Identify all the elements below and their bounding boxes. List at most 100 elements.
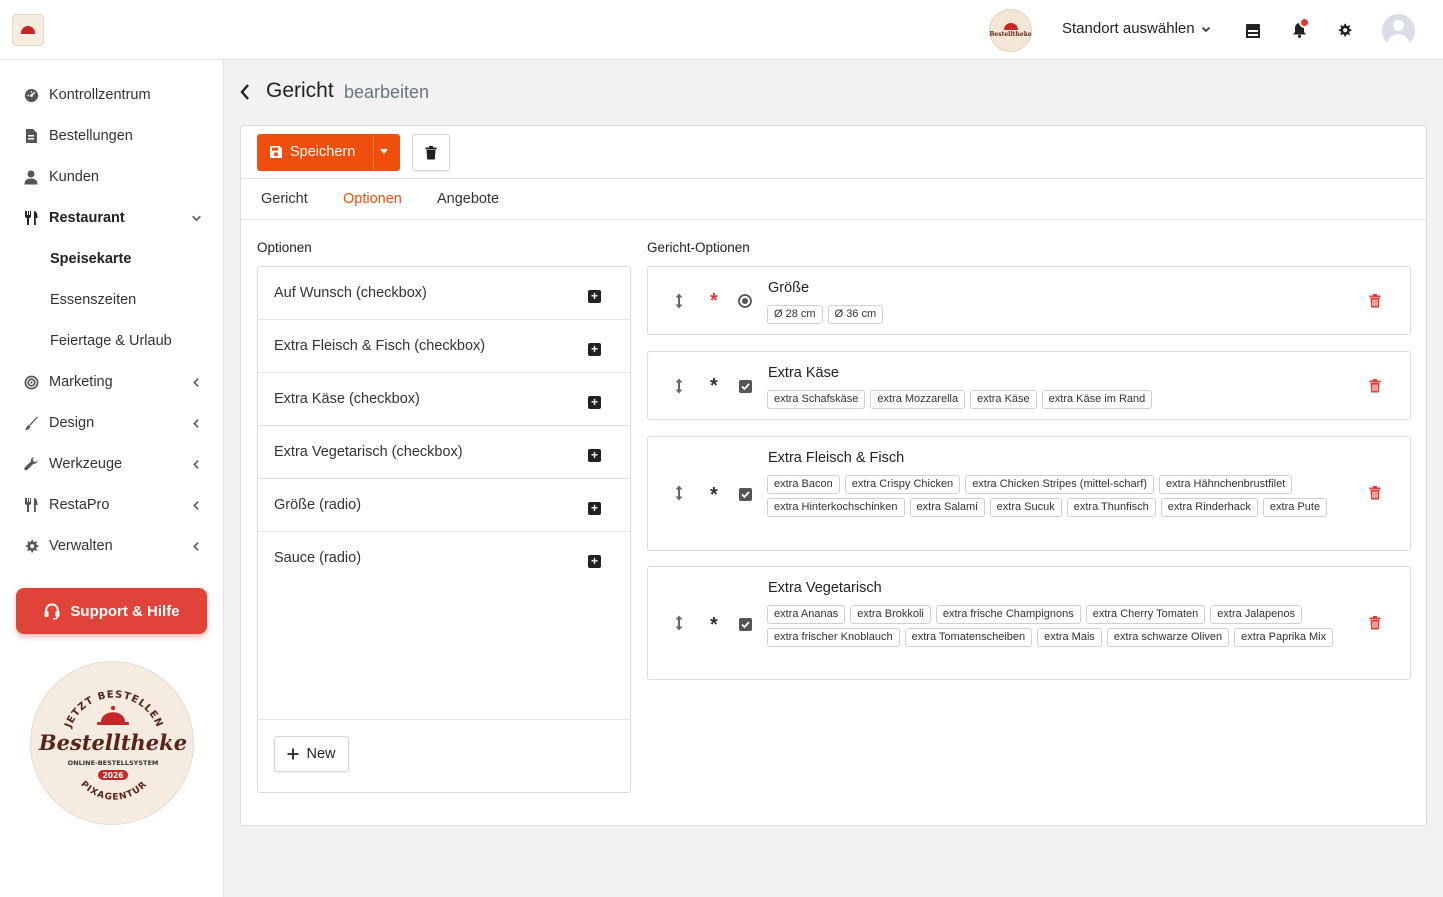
- sidebar-item-label: Essenszeiten: [50, 292, 137, 308]
- user-avatar[interactable]: [1382, 14, 1415, 47]
- sidebar-item-feiertage[interactable]: Feiertage & Urlaub: [0, 321, 223, 361]
- sidebar-item-label: Design: [49, 415, 95, 431]
- option-group-title: Größe: [768, 280, 810, 296]
- wrench-icon: [22, 455, 40, 473]
- option-group-tags: extra Schafskäse extra Mozzarella extra …: [767, 390, 1347, 409]
- save-button[interactable]: Speichern: [257, 134, 400, 171]
- dashboard-icon: [22, 86, 40, 104]
- option-tag: extra Käse im Rand: [1041, 390, 1153, 409]
- brand-logo[interactable]: [12, 14, 44, 46]
- option-tag: extra Chicken Stripes (mittel-scharf): [965, 475, 1155, 494]
- store-icon[interactable]: [1243, 20, 1263, 40]
- restaurant-badge[interactable]: Bestelltheke: [989, 9, 1032, 52]
- toolbar: Speichern: [241, 126, 1426, 179]
- list-item[interactable]: Größe (radio) +: [258, 479, 630, 532]
- option-group-tags: extra Ananas extra Brokkoli extra frisch…: [767, 605, 1347, 647]
- tab-gericht[interactable]: Gericht: [261, 191, 308, 207]
- required-toggle-icon[interactable]: *: [710, 376, 718, 396]
- option-tag: extra Schafskäse: [767, 390, 866, 409]
- sidebar-item-werkzeuge[interactable]: Werkzeuge: [0, 444, 223, 484]
- plus-square-icon[interactable]: +: [588, 396, 601, 409]
- option-group-tags: extra Bacon extra Crispy Chicken extra C…: [767, 475, 1347, 517]
- gear-icon[interactable]: [1334, 20, 1354, 40]
- option-tag: extra Hähnchenbrustfilet: [1159, 475, 1293, 494]
- drag-handle-icon[interactable]: [672, 485, 686, 501]
- sidebar-item-design[interactable]: Design: [0, 403, 223, 443]
- required-toggle-icon[interactable]: *: [710, 615, 718, 635]
- sidebar-item-bestellungen[interactable]: Bestellungen: [0, 116, 223, 156]
- location-selector[interactable]: Standort auswählen: [1062, 20, 1211, 37]
- sidebar-item-restaurant[interactable]: Restaurant: [0, 198, 223, 238]
- list-item[interactable]: Auf Wunsch (checkbox) +: [258, 267, 630, 320]
- chevron-left-icon: [190, 540, 202, 552]
- list-item[interactable]: Extra Vegetarisch (checkbox) +: [258, 426, 630, 479]
- avatar-head: [1393, 20, 1404, 31]
- plus-square-icon[interactable]: +: [588, 555, 601, 568]
- option-label: Auf Wunsch (checkbox): [274, 285, 427, 301]
- page-subtitle: bearbeiten: [344, 82, 430, 102]
- gear-icon: [22, 537, 40, 555]
- trash-icon[interactable]: [1368, 485, 1382, 501]
- trash-icon[interactable]: [1368, 378, 1382, 394]
- sidebar-item-label: Kontrollzentrum: [49, 87, 151, 103]
- caret-down-icon[interactable]: [380, 149, 388, 154]
- restaurant-badge-text: Bestelltheke: [989, 31, 1032, 38]
- option-tag: extra Crispy Chicken: [844, 475, 961, 494]
- option-tag: extra Jalapenos: [1210, 605, 1302, 624]
- option-tag: extra frische Champignons: [935, 605, 1081, 624]
- delete-button[interactable]: [412, 134, 450, 171]
- trash-icon[interactable]: [1368, 615, 1382, 631]
- sidebar-item-label: Kunden: [49, 169, 99, 185]
- drag-handle-icon[interactable]: [672, 293, 686, 309]
- sidebar-item-kunden[interactable]: Kunden: [0, 157, 223, 197]
- sidebar-item-kontrollzentrum[interactable]: Kontrollzentrum: [0, 75, 223, 115]
- bestelltheke-badge-art: JETZT BESTELLEN Bestelltheke ONLINE-BEST…: [38, 689, 187, 802]
- svg-text:PIXAGENTUR: PIXAGENTUR: [78, 779, 149, 802]
- brush-icon: [22, 414, 40, 432]
- notification-dot: [1299, 17, 1310, 28]
- list-item[interactable]: Extra Käse (checkbox) +: [258, 373, 630, 426]
- option-tag: extra Rinderhack: [1160, 498, 1258, 517]
- option-label: Größe (radio): [274, 497, 362, 513]
- chevron-left-icon: [190, 376, 202, 388]
- required-toggle-icon[interactable]: *: [710, 485, 718, 505]
- sidebar-item-label: Marketing: [49, 374, 113, 390]
- plus-square-icon[interactable]: +: [588, 449, 601, 462]
- drag-handle-icon[interactable]: [672, 378, 686, 394]
- required-toggle-icon[interactable]: *: [710, 291, 718, 311]
- tab-angebote[interactable]: Angebote: [437, 191, 499, 207]
- plus-square-icon[interactable]: +: [588, 502, 601, 515]
- main-card: Speichern Gericht Optionen Angebote Opti…: [240, 125, 1427, 826]
- list-item[interactable]: Sauce (radio) +: [258, 532, 630, 585]
- plus-icon: [287, 748, 299, 760]
- chevron-down-icon: [1201, 26, 1210, 32]
- plus-square-icon[interactable]: +: [588, 290, 601, 303]
- sidebar-item-verwalten[interactable]: Verwalten: [0, 526, 223, 566]
- option-label: Extra Vegetarisch (checkbox): [274, 444, 463, 460]
- new-option-button[interactable]: New: [274, 736, 349, 772]
- checkbox-icon: [738, 617, 752, 631]
- new-option-label: New: [306, 746, 336, 762]
- support-button[interactable]: Support & Hilfe: [16, 588, 207, 634]
- list-item[interactable]: Extra Fleisch & Fisch (checkbox) +: [258, 320, 630, 373]
- tab-optionen[interactable]: Optionen: [343, 191, 402, 207]
- sidebar-item-essenszeiten[interactable]: Essenszeiten: [0, 280, 223, 320]
- option-tag: extra Hinterkochschinken: [767, 498, 905, 517]
- drag-handle-icon[interactable]: [672, 615, 686, 631]
- page-title: Gericht: [266, 79, 334, 102]
- option-tag: extra Ananas: [767, 605, 846, 624]
- sidebar-item-label: Restaurant: [49, 210, 125, 226]
- back-button[interactable]: [239, 82, 255, 102]
- option-tag: extra Sucuk: [989, 498, 1062, 517]
- badge-subtitle: ONLINE-BESTELLSYSTEM: [68, 759, 159, 767]
- trash-icon[interactable]: [1368, 293, 1382, 309]
- sidebar-item-marketing[interactable]: Marketing: [0, 362, 223, 402]
- sidebar-item-speisekarte[interactable]: Speisekarte: [0, 239, 223, 279]
- option-tag: extra Thunfisch: [1066, 498, 1156, 517]
- option-tag: extra Brokkoli: [850, 605, 931, 624]
- bestelltheke-badge: JETZT BESTELLEN Bestelltheke ONLINE-BEST…: [30, 661, 194, 825]
- sidebar-item-restapro[interactable]: RestaPro: [0, 485, 223, 525]
- tab-bar: Gericht Optionen Angebote: [241, 179, 1426, 220]
- dish-options-heading: Gericht-Optionen: [647, 240, 750, 255]
- plus-square-icon[interactable]: +: [588, 343, 601, 356]
